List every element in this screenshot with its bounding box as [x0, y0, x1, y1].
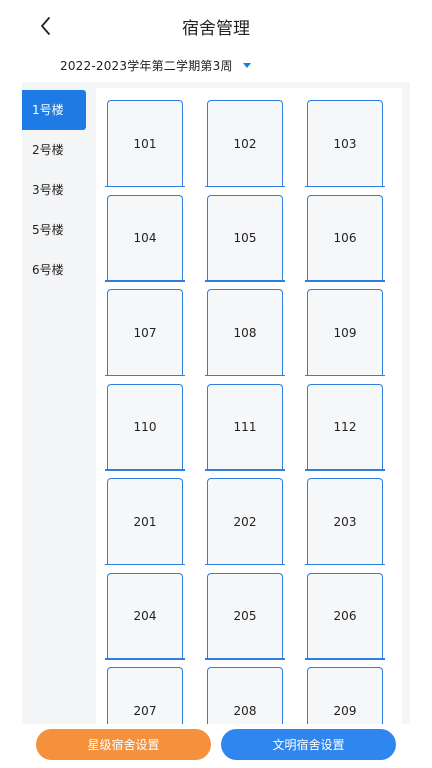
room-card[interactable]: 107 [105, 283, 185, 378]
header-bar: 宿舍管理 [0, 0, 432, 52]
room-card[interactable]: 108 [205, 283, 285, 378]
sidebar-item-building[interactable]: 3号楼 [22, 170, 86, 210]
room-number: 110 [107, 383, 183, 470]
room-number: 209 [307, 667, 383, 724]
room-card[interactable]: 208 [205, 661, 285, 724]
room-base-line [205, 563, 285, 565]
room-grid: 101 102 103 104 105 106 107 108 109 110 111 112 201 2… [105, 94, 385, 724]
room-card[interactable]: 202 [205, 472, 285, 567]
room-number: 206 [307, 572, 383, 659]
footer-bar: 星级宿舍设置 文明宿舍设置 [0, 724, 432, 768]
room-number: 101 [107, 100, 183, 186]
room-card[interactable]: 112 [305, 378, 385, 473]
room-card[interactable]: 110 [105, 378, 185, 473]
room-base-line [205, 374, 285, 376]
room-number: 112 [307, 383, 383, 470]
room-base-line [305, 280, 385, 282]
room-number: 103 [307, 100, 383, 186]
room-base-line [305, 374, 385, 376]
room-number: 207 [107, 667, 183, 724]
room-base-line [205, 658, 285, 660]
room-base-line [205, 185, 285, 187]
room-card[interactable]: 109 [305, 283, 385, 378]
room-base-line [105, 563, 185, 565]
room-card[interactable]: 102 [205, 94, 285, 189]
room-card[interactable]: 106 [305, 189, 385, 284]
room-card[interactable]: 111 [205, 378, 285, 473]
room-card[interactable]: 207 [105, 661, 185, 724]
room-base-line [305, 563, 385, 565]
room-number: 201 [107, 478, 183, 564]
room-number: 104 [107, 194, 183, 281]
sidebar-item-building[interactable]: 2号楼 [22, 130, 86, 170]
room-base-line [105, 185, 185, 187]
star-dorm-settings-button[interactable]: 星级宿舍设置 [36, 729, 211, 760]
room-card[interactable]: 206 [305, 567, 385, 662]
room-card[interactable]: 205 [205, 567, 285, 662]
room-base-line [105, 280, 185, 282]
room-base-line [305, 658, 385, 660]
room-base-line [205, 280, 285, 282]
room-number: 105 [207, 194, 283, 281]
room-number: 111 [207, 383, 283, 470]
room-card[interactable]: 105 [205, 189, 285, 284]
room-card[interactable]: 203 [305, 472, 385, 567]
page-title: 宿舍管理 [182, 19, 250, 39]
room-number: 102 [207, 100, 283, 186]
room-number: 204 [107, 572, 183, 659]
dorm-content: 1号楼 2号楼 3号楼 5号楼 6号楼 101 102 103 104 105 106 107 108… [22, 82, 410, 724]
room-card[interactable]: 201 [105, 472, 185, 567]
room-number: 203 [307, 478, 383, 564]
room-base-line [305, 185, 385, 187]
room-number: 108 [207, 289, 283, 375]
room-card[interactable]: 103 [305, 94, 385, 189]
room-number: 107 [107, 289, 183, 375]
room-base-line [105, 469, 185, 471]
term-label: 2022-2023学年第二学期第3周 [60, 58, 233, 73]
room-number: 106 [307, 194, 383, 281]
sidebar-item-building[interactable]: 1号楼 [22, 90, 86, 130]
civilized-dorm-settings-button[interactable]: 文明宿舍设置 [221, 729, 396, 760]
room-number: 205 [207, 572, 283, 659]
room-panel: 101 102 103 104 105 106 107 108 109 110 111 112 201 2… [96, 88, 402, 724]
sidebar-item-building[interactable]: 5号楼 [22, 210, 86, 250]
room-number: 202 [207, 478, 283, 564]
caret-down-icon [242, 62, 251, 68]
room-base-line [205, 469, 285, 471]
sidebar-item-building[interactable]: 6号楼 [22, 250, 86, 290]
term-selector[interactable]: 2022-2023学年第二学期第3周 [60, 55, 251, 75]
room-card[interactable]: 104 [105, 189, 185, 284]
room-base-line [105, 658, 185, 660]
room-base-line [105, 374, 185, 376]
room-base-line [305, 469, 385, 471]
room-card[interactable]: 101 [105, 94, 185, 189]
room-card[interactable]: 204 [105, 567, 185, 662]
room-number: 208 [207, 667, 283, 724]
building-sidebar: 1号楼 2号楼 3号楼 5号楼 6号楼 [22, 90, 88, 290]
room-number: 109 [307, 289, 383, 375]
room-card[interactable]: 209 [305, 661, 385, 724]
